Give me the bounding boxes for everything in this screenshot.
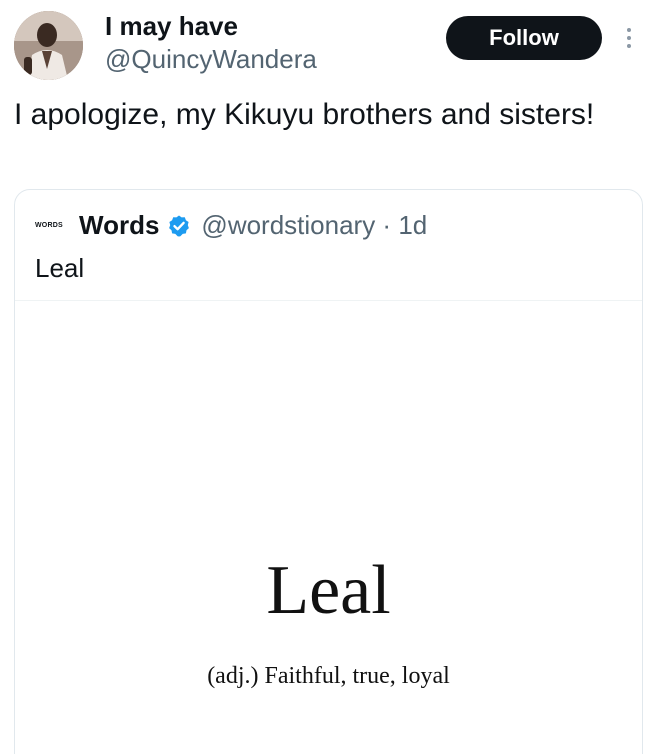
quoted-author-avatar[interactable]: WORDS [35,211,75,241]
word-card-definition: (adj.) Faithful, true, loyal [207,663,450,689]
quoted-author-handle-time[interactable]: @wordstionary · 1d [201,210,427,241]
follow-button[interactable]: Follow [446,16,602,60]
more-options-button[interactable] [620,20,638,56]
word-card-title: Leal [266,552,391,629]
author-display-name[interactable]: I may have [105,11,238,41]
quoted-tweet-header: WORDS Words @wordstionary · 1d [35,210,427,241]
author-handle[interactable]: @QuincyWandera [105,44,317,74]
tweet-text: I apologize, my Kikuyu brothers and sist… [14,98,595,131]
more-vertical-icon-dot [627,44,631,48]
author-avatar[interactable] [14,11,83,80]
tweet: I may have @QuincyWandera Follow I apolo… [0,0,647,754]
more-vertical-icon-dot [627,36,631,40]
quoted-tweet-card[interactable]: WORDS Words @wordstionary · 1d Leal Leal… [14,189,643,754]
quoted-author-logo-text: WORDS [35,222,63,229]
quoted-author-display-name[interactable]: Words [79,210,159,241]
quoted-media-image[interactable]: Leal (adj.) Faithful, true, loyal [15,301,642,754]
quoted-tweet-text: Leal [35,253,85,283]
more-vertical-icon [627,28,631,32]
verified-badge-icon [169,215,190,236]
avatar-photo-icon [14,11,83,80]
